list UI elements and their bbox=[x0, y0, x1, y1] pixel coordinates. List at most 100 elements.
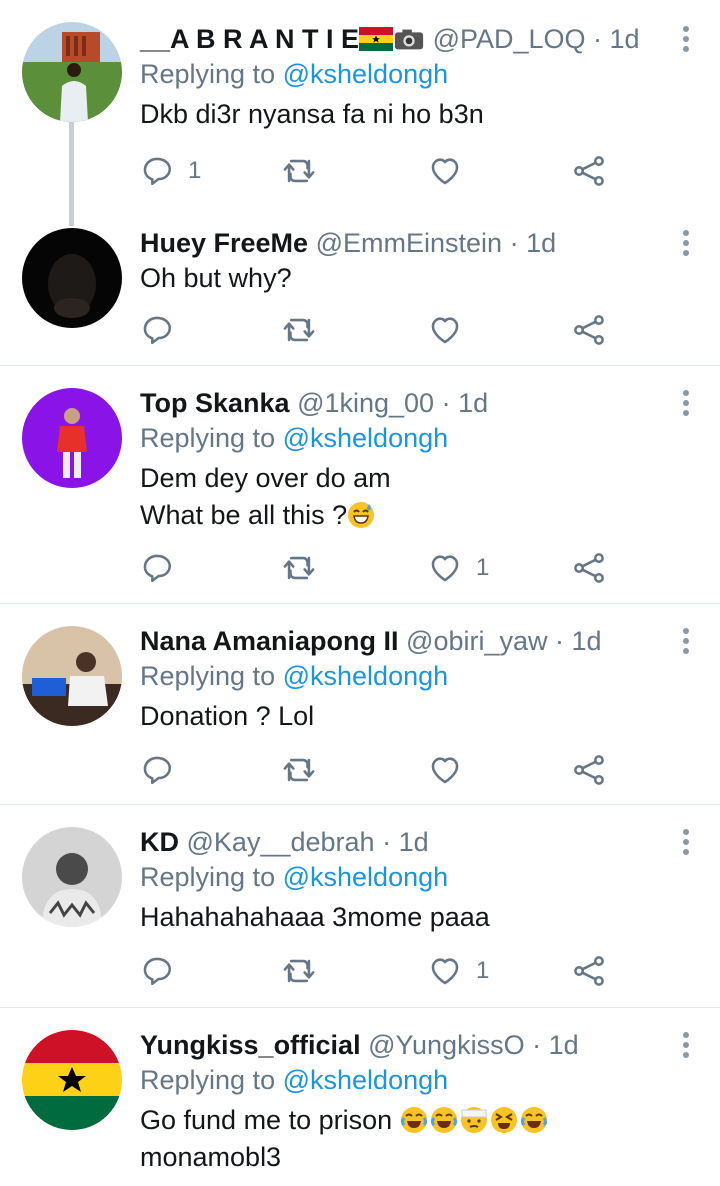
retweet-button[interactable] bbox=[282, 548, 316, 588]
share-button[interactable] bbox=[572, 750, 606, 790]
replying-to: Replying to @ksheldongh bbox=[140, 1062, 720, 1098]
display-name[interactable]: KD bbox=[140, 827, 179, 857]
bandage-face-emoji-icon bbox=[460, 1106, 488, 1134]
tweet-text: Oh but why? bbox=[140, 260, 720, 297]
reply-button[interactable] bbox=[140, 750, 174, 790]
reply-button[interactable] bbox=[140, 951, 174, 991]
tweet[interactable]: Top Skanka @1king_00 · 1d Replying to @k… bbox=[0, 366, 720, 604]
tweet-line: monamobl3 bbox=[140, 1142, 282, 1172]
replying-to: Replying to @ksheldongh bbox=[140, 859, 720, 895]
display-name[interactable]: Nana Amaniapong II bbox=[140, 626, 399, 656]
more-menu-icon[interactable] bbox=[682, 829, 690, 859]
reply-mention[interactable]: @ksheldongh bbox=[283, 423, 449, 453]
heart-icon bbox=[428, 753, 462, 787]
tweet-text: Donation ? Lol bbox=[140, 698, 720, 735]
like-button[interactable] bbox=[428, 310, 462, 350]
reply-button[interactable] bbox=[140, 310, 174, 350]
timestamp[interactable]: 1d bbox=[549, 1030, 579, 1060]
avatar[interactable] bbox=[22, 626, 122, 726]
tweet[interactable]: KD @Kay__debrah · 1d Replying to @ksheld… bbox=[0, 805, 720, 1008]
timestamp[interactable]: 1d bbox=[458, 388, 488, 418]
more-menu-icon[interactable] bbox=[682, 390, 690, 420]
replying-to: Replying to @ksheldongh bbox=[140, 56, 720, 92]
retweet-button[interactable] bbox=[282, 951, 316, 991]
more-menu-icon[interactable] bbox=[682, 26, 690, 56]
more-menu-icon[interactable] bbox=[682, 230, 690, 260]
tweet[interactable]: Yungkiss_official @YungkissO · 1d Replyi… bbox=[0, 1008, 720, 1186]
camera-icon bbox=[394, 29, 424, 50]
timestamp[interactable]: 1d bbox=[526, 228, 556, 258]
replies-feed: __A B R A N T I E @PAD_LOQ · 1d Replying… bbox=[0, 0, 720, 1186]
separator-dot: · bbox=[524, 1030, 549, 1060]
display-name[interactable]: Top Skanka bbox=[140, 388, 290, 418]
share-icon bbox=[572, 954, 606, 988]
tweet-line: Dem dey over do am bbox=[140, 463, 391, 493]
user-handle[interactable]: @EmmEinstein bbox=[316, 228, 502, 258]
reply-icon bbox=[140, 753, 174, 787]
separator-dot: · bbox=[434, 388, 459, 418]
avatar[interactable] bbox=[22, 22, 122, 122]
display-name[interactable]: Yungkiss_official bbox=[140, 1030, 361, 1060]
tweet-header: KD @Kay__debrah · 1d bbox=[140, 805, 720, 859]
share-button[interactable] bbox=[572, 310, 606, 350]
like-button[interactable]: 1 bbox=[428, 548, 489, 588]
reply-button[interactable] bbox=[140, 548, 174, 588]
timestamp[interactable]: 1d bbox=[610, 24, 640, 54]
user-handle[interactable]: @Kay__debrah bbox=[187, 827, 375, 857]
tweet-text: Dem dey over do am What be all this ? bbox=[140, 460, 720, 534]
reply-mention[interactable]: @ksheldongh bbox=[283, 1065, 449, 1095]
tweet-text: Go fund me to prison monamobl3 bbox=[140, 1102, 720, 1176]
reply-mention[interactable]: @ksheldongh bbox=[283, 661, 449, 691]
user-handle[interactable]: @1king_00 bbox=[297, 388, 434, 418]
share-icon bbox=[572, 753, 606, 787]
reply-prefix: Replying to bbox=[140, 59, 276, 89]
reply-count: 1 bbox=[188, 157, 202, 184]
like-button[interactable] bbox=[428, 151, 476, 191]
share-icon bbox=[572, 154, 606, 188]
tweet[interactable]: Nana Amaniapong II @obiri_yaw · 1d Reply… bbox=[0, 604, 720, 805]
retweet-button[interactable] bbox=[282, 151, 316, 191]
avatar[interactable] bbox=[22, 1030, 122, 1130]
timestamp[interactable]: 1d bbox=[399, 827, 429, 857]
user-handle[interactable]: @obiri_yaw bbox=[406, 626, 547, 656]
like-count: 1 bbox=[476, 554, 490, 581]
joy-emoji-icon bbox=[520, 1106, 548, 1134]
share-button[interactable] bbox=[572, 548, 606, 588]
tweet[interactable]: __A B R A N T I E @PAD_LOQ · 1d Replying… bbox=[0, 0, 720, 226]
user-handle[interactable]: @YungkissO bbox=[368, 1030, 524, 1060]
more-menu-icon[interactable] bbox=[682, 1032, 690, 1062]
retweet-button[interactable] bbox=[282, 310, 316, 350]
tweet-header: __A B R A N T I E @PAD_LOQ · 1d bbox=[140, 0, 720, 56]
replying-to: Replying to @ksheldongh bbox=[140, 658, 720, 694]
tweet-line: Hahahahahaaa 3mome paaa bbox=[140, 902, 490, 932]
display-name[interactable]: Huey FreeMe bbox=[140, 228, 308, 258]
user-handle[interactable]: @PAD_LOQ bbox=[433, 24, 586, 54]
tweet-line: Dkb di3r nyansa fa ni ho b3n bbox=[140, 99, 484, 129]
replying-to: Replying to @ksheldongh bbox=[140, 420, 720, 456]
action-bar: 1 bbox=[140, 548, 620, 588]
tweet[interactable]: Huey FreeMe @EmmEinstein · 1d Oh but why… bbox=[0, 186, 720, 366]
share-button[interactable] bbox=[572, 151, 606, 191]
display-name[interactable]: __A B R A N T I E bbox=[140, 24, 359, 54]
separator-dot: · bbox=[585, 24, 610, 54]
more-menu-icon[interactable] bbox=[682, 628, 690, 658]
like-button[interactable] bbox=[428, 750, 462, 790]
avatar[interactable] bbox=[22, 388, 122, 488]
tweet-text: Hahahahahaaa 3mome paaa bbox=[140, 899, 720, 936]
reply-mention[interactable]: @ksheldongh bbox=[283, 862, 449, 892]
tweet-line: Oh but why? bbox=[140, 263, 292, 293]
reply-icon bbox=[140, 551, 174, 585]
retweet-icon bbox=[282, 313, 316, 347]
like-count: 1 bbox=[476, 957, 490, 984]
avatar[interactable] bbox=[22, 228, 122, 328]
timestamp[interactable]: 1d bbox=[572, 626, 602, 656]
tweet-text: Dkb di3r nyansa fa ni ho b3n bbox=[140, 96, 720, 133]
action-bar bbox=[140, 750, 620, 790]
share-button[interactable] bbox=[572, 951, 606, 991]
retweet-button[interactable] bbox=[282, 750, 316, 790]
tweet-header: Nana Amaniapong II @obiri_yaw · 1d bbox=[140, 604, 720, 658]
avatar[interactable] bbox=[22, 827, 122, 927]
reply-button[interactable]: 1 bbox=[140, 151, 201, 191]
like-button[interactable]: 1 bbox=[428, 951, 489, 991]
reply-mention[interactable]: @ksheldongh bbox=[283, 59, 449, 89]
